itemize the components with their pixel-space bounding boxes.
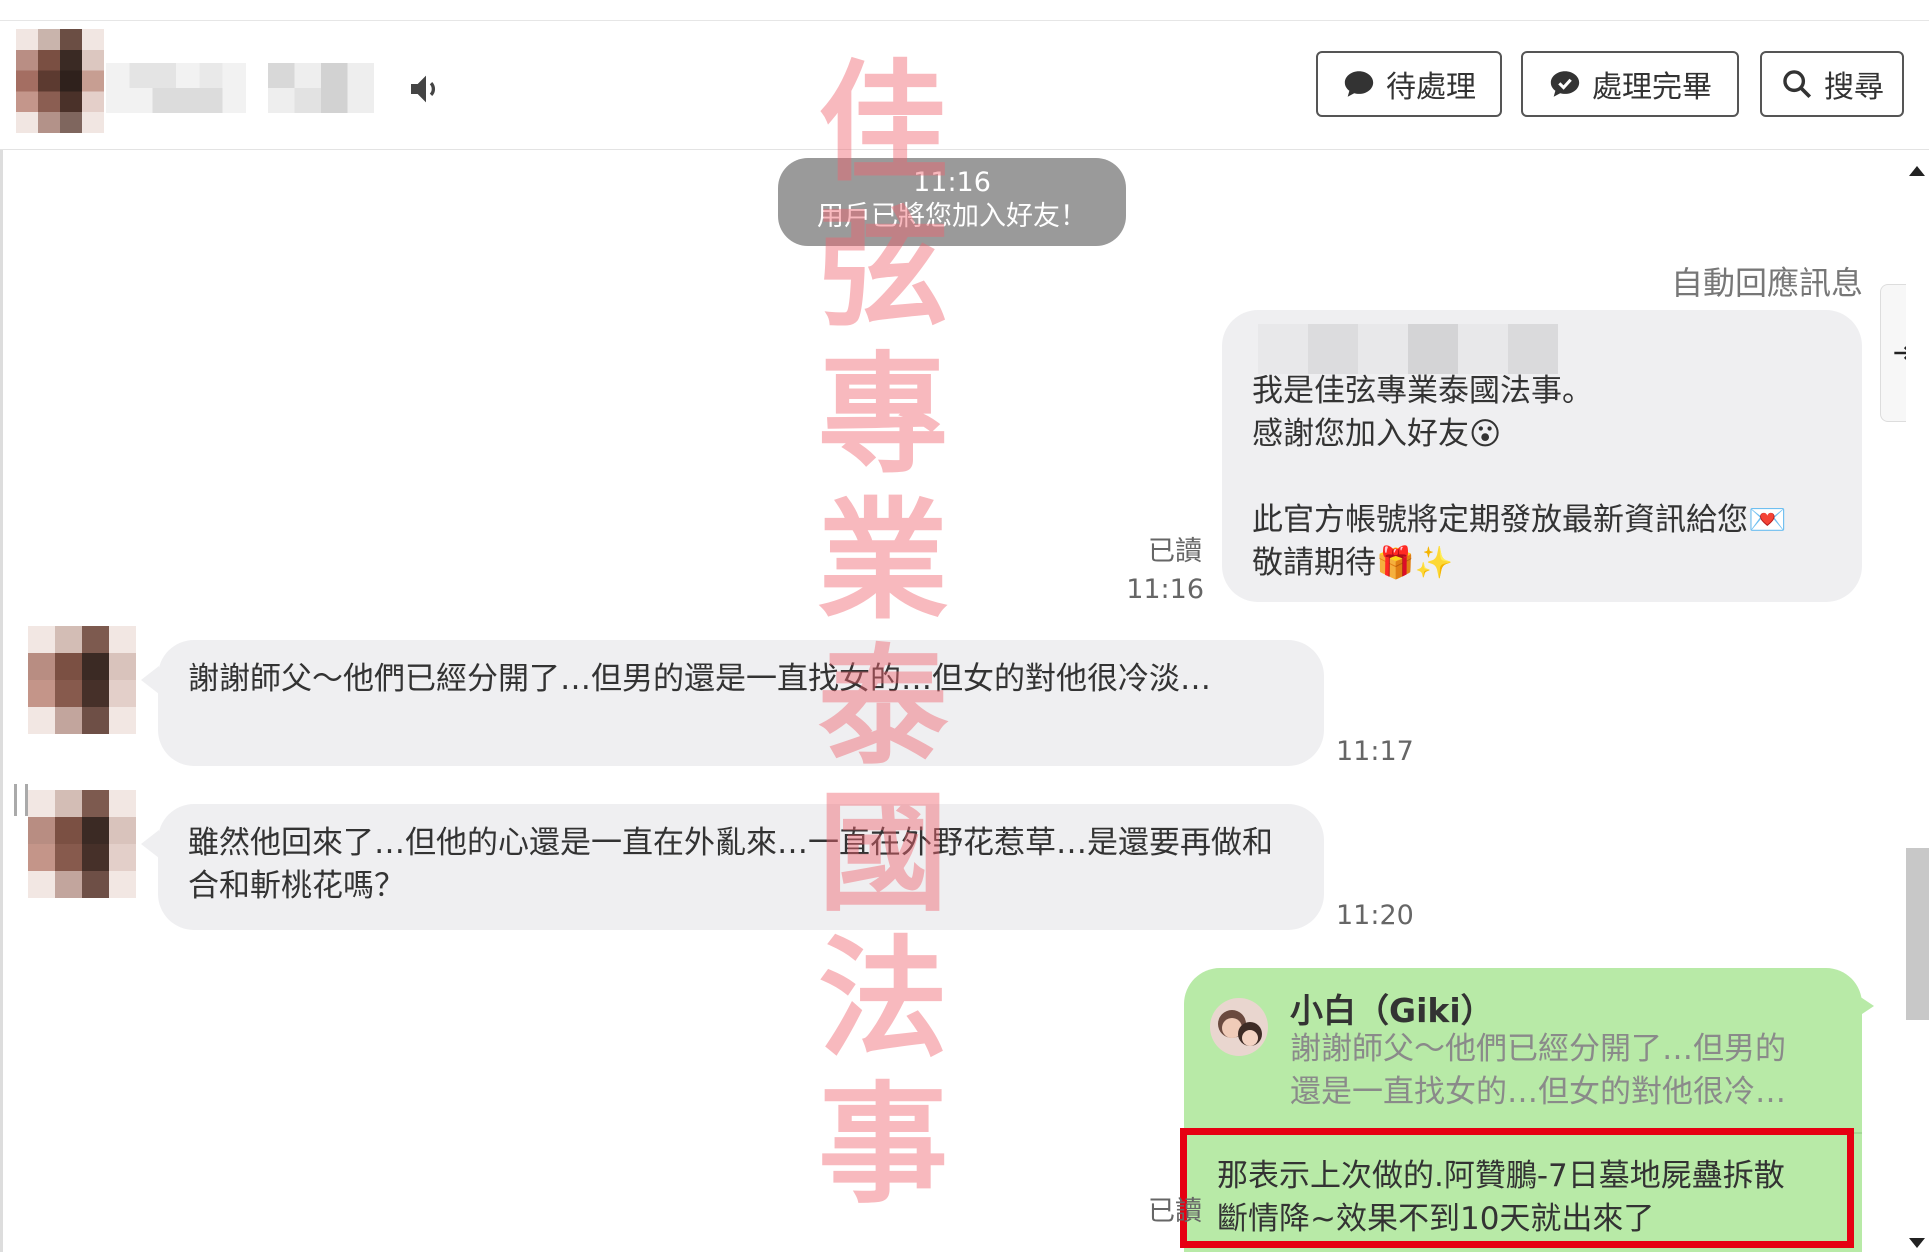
scrollbar-thumb[interactable] [1906,848,1929,1020]
system-text: 用戶已將您加入好友！ [817,201,1087,232]
incoming-message[interactable]: 謝謝師父～他們已經分開了…但男的還是一直找女的…但女的對他很冷淡… [158,640,1324,766]
reply-avatar [1210,998,1268,1056]
bubble-tail [141,830,159,858]
drag-handle-icon[interactable] [14,784,28,816]
scroll-down-icon[interactable] [1909,1238,1925,1248]
pending-label: 待處理 [1386,70,1476,105]
auto-reply-text: 我是佳弦專業泰國法事。 感謝您加入好友😮 此官方帳號將定期發放最新資訊給您💌 敬… [1252,373,1787,581]
reply-name: 小白（Giki） [1290,991,1494,1030]
chat-window: 待處理 處理完畢 搜尋 11:16 用戶已將您加入好友！ 自動回應訊息 我是佳弦… [0,0,1929,1252]
outgoing-text-highlighted: 那表示上次做的.阿贊鵬-7日墓地屍蠱拆散 斷情降~效果不到10天就出來了 [1180,1128,1854,1248]
message-time: 11:20 [1336,900,1414,931]
system-notice: 11:16 用戶已將您加入好友！ [778,158,1126,246]
bubble-tail [1856,994,1874,1018]
user-name-blurred [106,63,246,113]
chat-header: 待處理 處理完畢 搜尋 [0,20,1929,151]
search-label: 搜尋 [1824,70,1884,105]
message-time: 11:16 [1126,574,1204,605]
incoming-message[interactable]: 雖然他回來了…但他的心還是一直在外亂來…一直在外野花惹草…是還要再做和合和斬桃花… [158,804,1324,930]
user-name-blurred-2 [268,63,374,113]
chat-check-icon [1550,71,1580,97]
read-receipt: 已讀 [1148,536,1202,567]
done-button[interactable]: 處理完畢 [1521,51,1739,117]
auto-reply-bubble[interactable]: 我是佳弦專業泰國法事。 感謝您加入好友😮 此官方帳號將定期發放最新資訊給您💌 敬… [1222,310,1862,602]
scroll-up-icon[interactable] [1909,166,1925,176]
speaker-icon[interactable] [406,69,446,109]
greeting-blurred [1258,324,1558,374]
sender-avatar[interactable] [28,790,136,898]
auto-reply-label: 自動回應訊息 [1670,264,1863,302]
outgoing-message[interactable]: 小白（Giki） 謝謝師父～他們已經分開了…但男的 還是一直找女的…但女的對他很… [1180,968,1862,1252]
done-label: 處理完畢 [1592,70,1712,105]
search-button[interactable]: 搜尋 [1760,51,1904,117]
chat-bubble-icon [1344,71,1374,97]
scrollbar[interactable] [1906,150,1929,1252]
message-time: 11:17 [1336,736,1414,767]
pending-button[interactable]: 待處理 [1316,51,1502,117]
reply-quote[interactable]: 謝謝師父～他們已經分開了…但男的 還是一直找女的…但女的對他很冷… [1290,1028,1846,1114]
sender-avatar[interactable] [28,626,136,734]
bubble-tail [141,666,159,694]
read-receipt: 已讀 [1148,1196,1202,1227]
search-icon [1783,70,1812,99]
system-time: 11:16 [913,167,991,198]
user-avatar[interactable] [16,29,104,133]
panel-divider[interactable] [0,150,3,1252]
